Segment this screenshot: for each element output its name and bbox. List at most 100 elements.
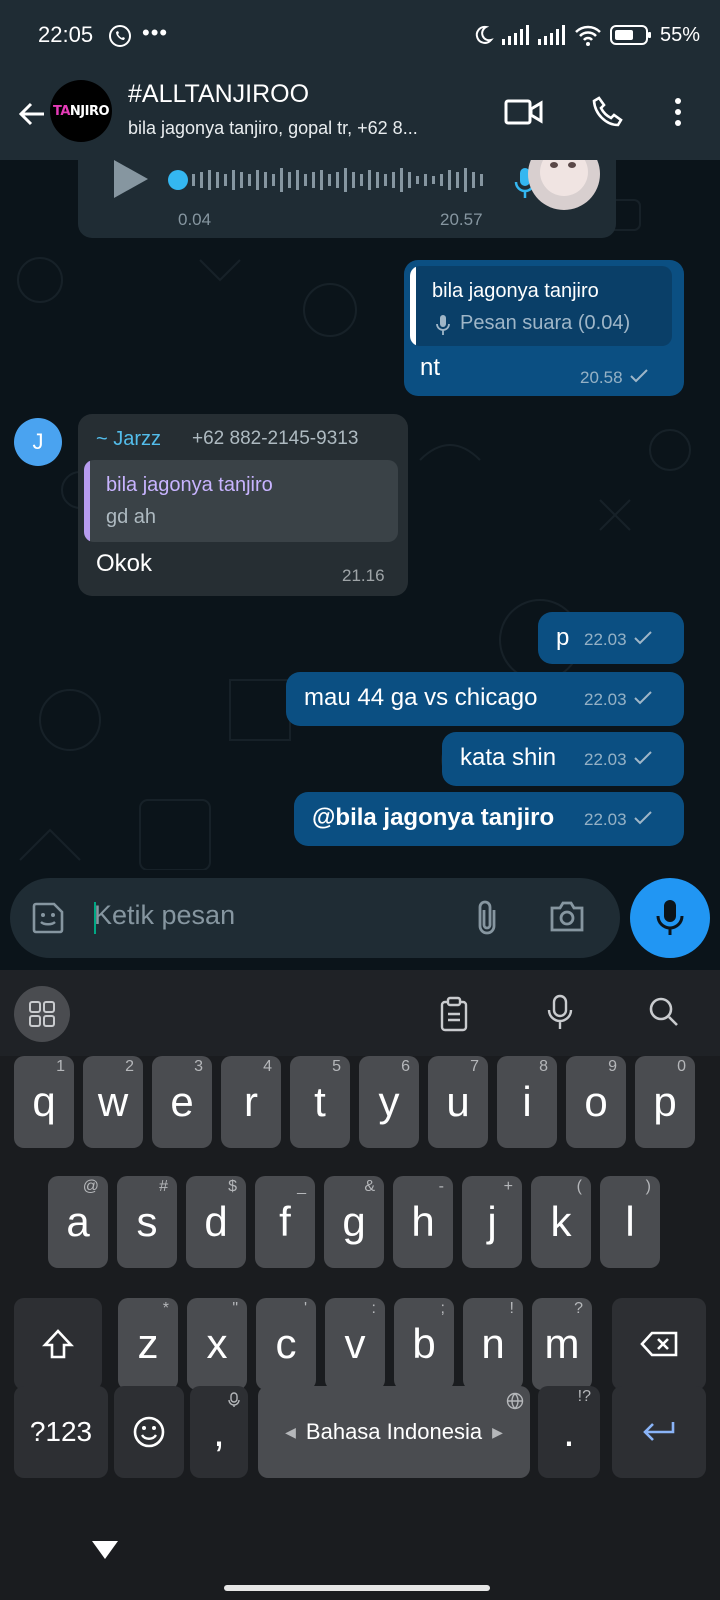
signal-icon-2: [537, 25, 565, 45]
voice-elapsed: 0.04: [178, 210, 212, 229]
enter-key[interactable]: [612, 1386, 706, 1478]
key-j[interactable]: j +: [462, 1176, 522, 1268]
key-w[interactable]: w2: [83, 1056, 143, 1148]
outgoing-message-p[interactable]: p 22.03: [538, 612, 684, 664]
key-a[interactable]: a @: [48, 1176, 108, 1268]
key-alt-label: 9: [608, 1058, 617, 1075]
key-label: q: [32, 1078, 56, 1125]
signal-icon-1: [501, 25, 529, 45]
key-l[interactable]: l): [600, 1176, 660, 1268]
key-g[interactable]: g &: [324, 1176, 384, 1268]
key-y[interactable]: y6: [359, 1056, 419, 1148]
key-f[interactable]: f _: [255, 1176, 315, 1268]
message-composer[interactable]: Ketik pesan: [10, 878, 620, 958]
quote-text: Pesan suara (0.04): [460, 312, 631, 334]
chat-header: TANJIRO #ALLTANJIROO bila jagonya tanjir…: [0, 72, 720, 160]
key-q[interactable]: q1: [14, 1056, 74, 1148]
key-m[interactable]: m?: [532, 1298, 592, 1390]
search-icon[interactable]: [648, 996, 680, 1028]
battery-percent: 55%: [659, 23, 700, 46]
key-z[interactable]: z *: [118, 1298, 178, 1390]
key-b[interactable]: b;: [394, 1298, 454, 1390]
period-key[interactable]: . !?: [538, 1386, 600, 1478]
key-alt-label: 6: [401, 1058, 410, 1075]
group-members-subtitle[interactable]: bila jagonya tanjiro, gopal tr, +62 8...: [128, 118, 498, 139]
key-alt-label: ": [232, 1300, 238, 1317]
symbols-key[interactable]: ?123: [14, 1386, 108, 1478]
key-label: w: [97, 1078, 129, 1125]
voice-record-button[interactable]: [630, 878, 710, 958]
mention-text[interactable]: @bila jagonya tanjiro: [312, 804, 554, 832]
message-time: 22.03: [584, 810, 653, 830]
space-key[interactable]: ◀ Bahasa Indonesia ▶: [258, 1386, 530, 1478]
quoted-message[interactable]: bila jagonya tanjiro gd ah: [84, 460, 398, 542]
paperclip-icon[interactable]: [474, 898, 500, 938]
camera-icon[interactable]: [548, 900, 586, 934]
backspace-icon: [640, 1331, 678, 1357]
key-c[interactable]: c ': [256, 1298, 316, 1390]
key-t[interactable]: t5: [290, 1056, 350, 1148]
key-label: k: [550, 1198, 572, 1245]
message-time: 22.03: [584, 750, 653, 770]
key-label: g: [342, 1198, 366, 1245]
key-n[interactable]: n!: [463, 1298, 523, 1390]
status-time: 22:05: [38, 22, 94, 47]
voice-call-button[interactable]: [586, 90, 630, 134]
globe-icon: [506, 1392, 524, 1410]
clipboard-icon[interactable]: [438, 996, 470, 1032]
overflow-menu-button[interactable]: [656, 90, 700, 134]
key-s[interactable]: s #: [117, 1176, 177, 1268]
key-o[interactable]: o9: [566, 1056, 626, 1148]
status-bar: 22:05 ••• 55%: [0, 0, 720, 72]
key-k[interactable]: k(: [531, 1176, 591, 1268]
voice-seek-handle[interactable]: [168, 170, 188, 190]
comma-key[interactable]: ,: [190, 1386, 248, 1478]
key-alt-label: !: [509, 1300, 514, 1317]
home-indicator[interactable]: [224, 1585, 490, 1591]
keyboard-hide-icon[interactable]: [90, 1539, 120, 1561]
message-time: 22.03: [584, 690, 653, 710]
emoji-key[interactable]: [114, 1386, 184, 1478]
outgoing-message-mention[interactable]: @bila jagonya tanjiro 22.03: [294, 792, 684, 846]
key-e[interactable]: e3: [152, 1056, 212, 1148]
video-call-button[interactable]: [502, 90, 546, 134]
key-h[interactable]: h-: [393, 1176, 453, 1268]
voice-waveform: [192, 168, 483, 192]
apps-grid-button[interactable]: [14, 986, 70, 1042]
play-button[interactable]: [114, 160, 148, 198]
voice-message-bubble[interactable]: 0.04 20.57: [78, 160, 616, 238]
sender-name[interactable]: ~ Jarzz: [96, 428, 161, 451]
quote-author: bila jagonya tanjiro: [432, 280, 599, 302]
incoming-message-okok[interactable]: ~ Jarzz +62 882-2145-9313 bila jagonya t…: [78, 414, 408, 596]
back-button[interactable]: [12, 94, 52, 134]
keyboard-toolbar: [0, 970, 720, 1056]
key-v[interactable]: v:: [325, 1298, 385, 1390]
shift-key[interactable]: [14, 1298, 102, 1390]
key-x[interactable]: x ": [187, 1298, 247, 1390]
group-avatar[interactable]: TANJIRO: [50, 80, 112, 142]
chat-area[interactable]: 0.04 20.57 bila jagonya tanjiro Pesan su…: [0, 160, 720, 950]
sticker-icon[interactable]: [30, 900, 66, 936]
key-u[interactable]: u7: [428, 1056, 488, 1148]
message-input[interactable]: Ketik pesan: [94, 900, 235, 931]
quoted-message[interactable]: bila jagonya tanjiro Pesan suara (0.04): [410, 266, 672, 346]
voice-input-icon[interactable]: [546, 994, 574, 1032]
key-p[interactable]: p0: [635, 1056, 695, 1148]
message-text: kata shin: [460, 744, 557, 771]
outgoing-message-mau44[interactable]: mau 44 ga vs chicago 22.03: [286, 672, 684, 726]
group-title[interactable]: #ALLTANJIROO: [128, 80, 309, 109]
smiley-icon: [133, 1416, 165, 1448]
key-d[interactable]: d $: [186, 1176, 246, 1268]
phone-icon: [592, 96, 623, 127]
sender-avatar[interactable]: J: [14, 418, 62, 466]
outgoing-message-katashin[interactable]: kata shin 22.03: [442, 732, 684, 786]
backspace-key[interactable]: [612, 1298, 706, 1390]
key-alt-label: +: [503, 1178, 513, 1195]
key-r[interactable]: r4: [221, 1056, 281, 1148]
outgoing-message-nt[interactable]: bila jagonya tanjiro Pesan suara (0.04) …: [404, 260, 684, 396]
key-i[interactable]: i8: [497, 1056, 557, 1148]
key-label: r: [244, 1078, 258, 1125]
message-time: 20.58: [580, 368, 649, 388]
key-alt-label: _: [297, 1178, 306, 1195]
message-text: Okok: [96, 550, 153, 577]
